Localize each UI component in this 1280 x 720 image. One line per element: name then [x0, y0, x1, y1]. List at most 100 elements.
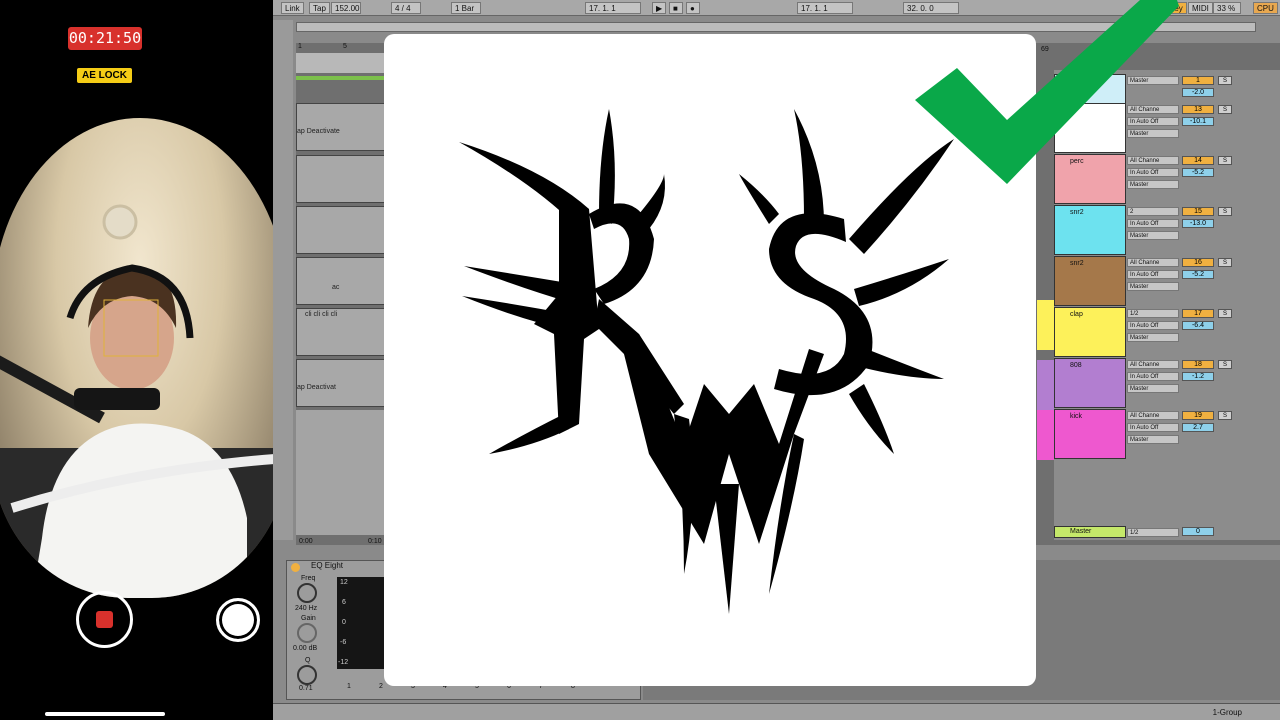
clip-slot[interactable]: [1037, 300, 1055, 350]
track-activator[interactable]: 19: [1182, 411, 1214, 420]
track-activator[interactable]: 14: [1182, 156, 1214, 165]
track-volume[interactable]: -1.2: [1182, 372, 1214, 381]
monitor-toggle[interactable]: In Auto Off: [1127, 321, 1179, 330]
solo-button[interactable]: S: [1218, 309, 1232, 318]
master-track-name[interactable]: Master: [1054, 526, 1126, 538]
play-icon[interactable]: ▶: [652, 2, 666, 14]
band-2[interactable]: 2: [379, 683, 383, 690]
track-activator[interactable]: 13: [1182, 105, 1214, 114]
monitor-toggle[interactable]: In Auto Off: [1127, 372, 1179, 381]
track-volume[interactable]: -13.0: [1182, 219, 1214, 228]
ruler-mark: 1: [298, 43, 302, 50]
master-lane-clip[interactable]: [296, 53, 386, 73]
stop-icon[interactable]: ■: [669, 2, 683, 14]
shutter-button[interactable]: [216, 598, 260, 642]
solo-button[interactable]: S: [1218, 76, 1232, 85]
track-volume[interactable]: -10.1: [1182, 117, 1214, 126]
gain-label: Gain: [301, 615, 316, 622]
loop-brace[interactable]: [296, 76, 386, 80]
solo-button[interactable]: S: [1218, 207, 1232, 216]
output-routing[interactable]: Master: [1127, 231, 1179, 240]
solo-button[interactable]: S: [1218, 105, 1232, 114]
track-activator[interactable]: 16: [1182, 258, 1214, 267]
home-indicator[interactable]: [45, 712, 165, 716]
track-activator[interactable]: 18: [1182, 360, 1214, 369]
cpu-label: CPU: [1253, 2, 1278, 14]
track-activator[interactable]: 15: [1182, 207, 1214, 216]
input-routing[interactable]: 2: [1127, 207, 1179, 216]
output-routing[interactable]: Master: [1127, 282, 1179, 291]
monitor-toggle[interactable]: In Auto Off: [1127, 219, 1179, 228]
track-activator[interactable]: 17: [1182, 309, 1214, 318]
track-activator[interactable]: 1: [1182, 76, 1214, 85]
track-row[interactable]: snr2 All Channe In Auto Off Master 16 -5.2…: [1054, 256, 1280, 306]
input-routing[interactable]: All Channe: [1127, 360, 1179, 369]
clip[interactable]: [296, 155, 386, 203]
phone-camera-preview: 00:21:50 AE LOCK: [0, 0, 273, 720]
track-group-label: 1-Group: [1212, 708, 1242, 717]
arrangement-empty-lanes[interactable]: [296, 410, 386, 535]
track-name[interactable]: clap: [1054, 307, 1126, 357]
tempo-field[interactable]: 152.00: [331, 2, 361, 14]
track-row[interactable]: clap 1/2 In Auto Off Master 17 -6.4 S: [1054, 307, 1280, 357]
solo-button[interactable]: S: [1218, 258, 1232, 267]
gain-knob[interactable]: [297, 623, 317, 643]
clip[interactable]: [296, 206, 386, 254]
stop-icon: [96, 611, 113, 628]
tap-tempo-button[interactable]: Tap: [309, 2, 330, 14]
track-name[interactable]: snr2: [1054, 205, 1126, 255]
track-volume[interactable]: -6.4: [1182, 321, 1214, 330]
solo-button[interactable]: S: [1218, 360, 1232, 369]
monitor-toggle[interactable]: In Auto Off: [1127, 423, 1179, 432]
track-row[interactable]: 808 All Channe In Auto Off Master 18 -1.2 …: [1054, 358, 1280, 408]
track-name[interactable]: snr2: [1054, 256, 1126, 306]
track-volume[interactable]: 2.7: [1182, 423, 1214, 432]
screen: 00:21:50 AE LOCK Link Tap 152.00 4 / 4 1…: [0, 0, 1280, 720]
track-name[interactable]: 808: [1054, 358, 1126, 408]
track-volume[interactable]: -5.2: [1182, 168, 1214, 177]
stop-recording-button[interactable]: [76, 591, 133, 648]
track-row[interactable]: snr2 2 In Auto Off Master 15 -13.0 S: [1054, 205, 1280, 255]
ae-lock-badge[interactable]: AE LOCK: [77, 68, 132, 83]
solo-button[interactable]: S: [1218, 156, 1232, 165]
output-routing[interactable]: Master: [1127, 333, 1179, 342]
input-routing[interactable]: All Channe: [1127, 411, 1179, 420]
master-routing[interactable]: 1/2: [1127, 528, 1179, 537]
monitor-toggle[interactable]: In Auto Off: [1127, 270, 1179, 279]
track-name[interactable]: kick: [1054, 409, 1126, 459]
track-volume[interactable]: -5.2: [1182, 270, 1214, 279]
band-1[interactable]: 1: [347, 683, 351, 690]
link-button[interactable]: Link: [281, 2, 304, 14]
device-title: EQ Eight: [311, 561, 344, 570]
output-routing[interactable]: Master: [1127, 435, 1179, 444]
status-bar: 1-Group: [273, 703, 1280, 720]
track-volume[interactable]: -2.0: [1182, 88, 1214, 97]
clip-slot[interactable]: [1037, 360, 1055, 410]
input-routing[interactable]: All Channe: [1127, 258, 1179, 267]
time-signature-field[interactable]: 4 / 4: [391, 2, 421, 14]
clip[interactable]: ac: [296, 257, 386, 305]
deactivated-clip[interactable]: ap Deactivat: [296, 359, 386, 407]
loop-start-field[interactable]: 17. 1. 1: [797, 2, 853, 14]
master-track-row[interactable]: Master 1/2 0: [1054, 526, 1280, 538]
input-routing[interactable]: 1/2: [1127, 309, 1179, 318]
q-knob[interactable]: [297, 665, 317, 685]
checkmark-icon: [915, 0, 1179, 184]
master-volume[interactable]: 0: [1182, 527, 1214, 536]
q-label: Q: [305, 657, 311, 664]
record-icon[interactable]: ●: [686, 2, 700, 14]
arrangement-position-field[interactable]: 17. 1. 1: [585, 2, 641, 14]
midi-map-button[interactable]: MIDI: [1188, 2, 1213, 14]
clip-slot[interactable]: [1037, 410, 1055, 460]
freq-label: Freq: [301, 575, 316, 582]
track-row[interactable]: kick All Channe In Auto Off Master 19 2.7 …: [1054, 409, 1280, 459]
quantize-menu[interactable]: 1 Bar: [451, 2, 481, 14]
freq-knob[interactable]: [297, 583, 317, 603]
output-routing[interactable]: Master: [1127, 384, 1179, 393]
camera-viewfinder[interactable]: [0, 118, 273, 598]
device-activator[interactable]: [291, 563, 300, 572]
deactivated-clip[interactable]: ap Deactivate: [296, 103, 386, 151]
cpu-meter: 33 %: [1213, 2, 1241, 14]
clip-group[interactable]: cli cli cli cli: [296, 308, 386, 356]
solo-button[interactable]: S: [1218, 411, 1232, 420]
